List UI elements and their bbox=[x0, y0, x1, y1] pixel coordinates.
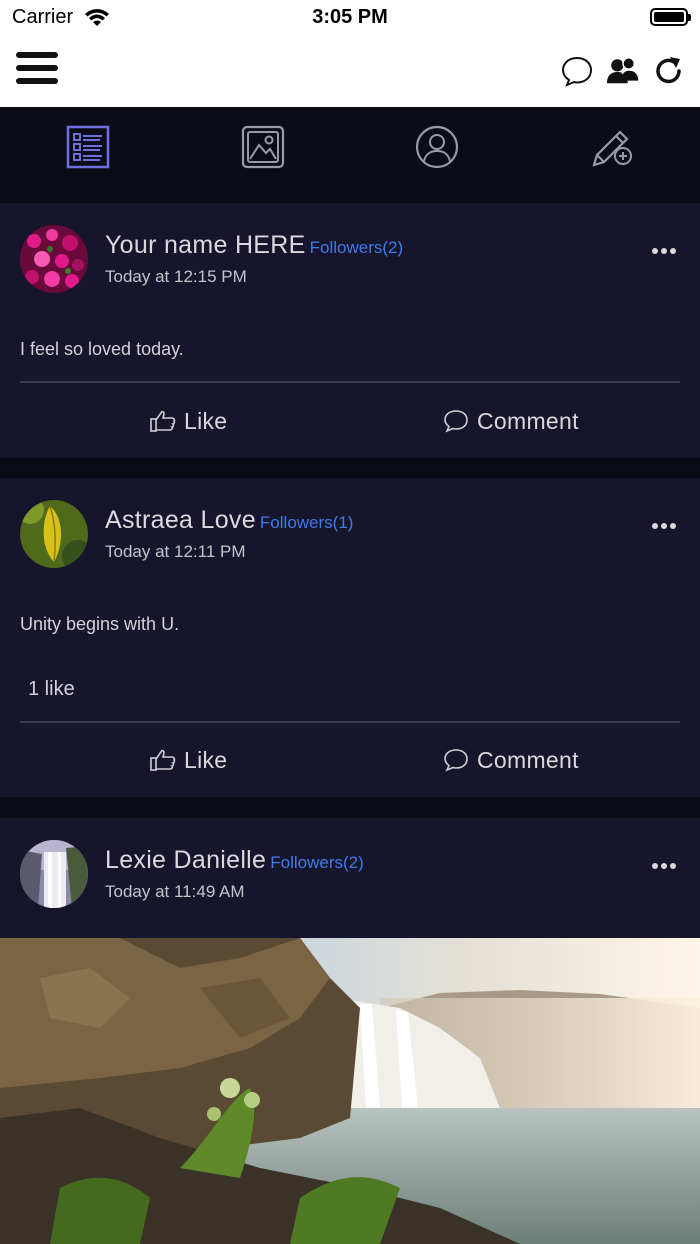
post-timestamp: Today at 12:11 PM bbox=[105, 542, 246, 561]
friends-icon[interactable] bbox=[606, 54, 640, 88]
author-name[interactable]: Your name HERE bbox=[105, 231, 306, 259]
post-timestamp: Today at 12:15 PM bbox=[105, 267, 247, 286]
chat-bubble-icon[interactable] bbox=[560, 54, 594, 88]
followers-link[interactable]: Followers(2) bbox=[310, 238, 404, 257]
thumbs-up-icon bbox=[150, 749, 176, 771]
post-card: Astraea Love Followers(1) Today at 12:11 … bbox=[0, 478, 700, 797]
comment-bubble-icon bbox=[444, 410, 468, 433]
comment-label: Comment bbox=[477, 746, 579, 773]
top-navbar bbox=[0, 36, 700, 107]
like-label: Like bbox=[184, 746, 228, 773]
post-author-row: Your name HERE Followers(2) bbox=[105, 231, 403, 260]
gallery-icon[interactable] bbox=[241, 125, 285, 169]
more-options-icon[interactable] bbox=[652, 516, 680, 529]
divider bbox=[20, 721, 680, 723]
more-options-icon[interactable] bbox=[652, 856, 680, 869]
post-text: I feel so loved today. bbox=[20, 339, 184, 359]
profile-icon[interactable] bbox=[415, 125, 459, 169]
status-bar: Carrier 3:05 PM bbox=[0, 0, 700, 36]
like-label: Like bbox=[184, 407, 228, 434]
waterfall-photo[interactable] bbox=[0, 938, 700, 1244]
followers-link[interactable]: Followers(2) bbox=[270, 853, 364, 872]
author-name[interactable]: Lexie Danielle bbox=[105, 846, 266, 874]
comment-button[interactable]: Comment bbox=[443, 744, 579, 776]
post-card: Your name HERE Followers(2) Today at 12:1… bbox=[0, 203, 700, 458]
comment-bubble-icon bbox=[444, 749, 468, 772]
divider bbox=[20, 381, 680, 383]
news-feed-icon[interactable] bbox=[66, 125, 110, 169]
clock: 3:05 PM bbox=[312, 6, 388, 28]
hamburger-menu-icon[interactable] bbox=[16, 52, 58, 88]
tab-bar bbox=[0, 107, 700, 202]
like-button[interactable]: Like bbox=[150, 744, 227, 776]
pink-flowers-avatar[interactable] bbox=[20, 225, 88, 293]
battery-icon bbox=[650, 8, 691, 26]
thumbs-up-icon bbox=[150, 410, 176, 432]
more-options-icon[interactable] bbox=[652, 241, 680, 254]
leaf-avatar[interactable] bbox=[20, 500, 88, 568]
comment-label: Comment bbox=[477, 407, 579, 434]
create-post-icon[interactable] bbox=[590, 125, 634, 169]
post-author-row: Astraea Love Followers(1) bbox=[105, 506, 353, 535]
post-author-row: Lexie Danielle Followers(2) bbox=[105, 846, 364, 875]
like-button[interactable]: Like bbox=[150, 405, 227, 437]
likes-count[interactable]: 1 like bbox=[28, 678, 75, 701]
comment-button[interactable]: Comment bbox=[443, 405, 579, 437]
followers-link[interactable]: Followers(1) bbox=[260, 513, 354, 532]
refresh-icon[interactable] bbox=[652, 54, 686, 88]
waterfall-avatar[interactable] bbox=[20, 840, 88, 908]
author-name[interactable]: Astraea Love bbox=[105, 506, 256, 534]
post-text: Unity begins with U. bbox=[20, 614, 180, 634]
post-timestamp: Today at 11:49 AM bbox=[105, 882, 245, 901]
